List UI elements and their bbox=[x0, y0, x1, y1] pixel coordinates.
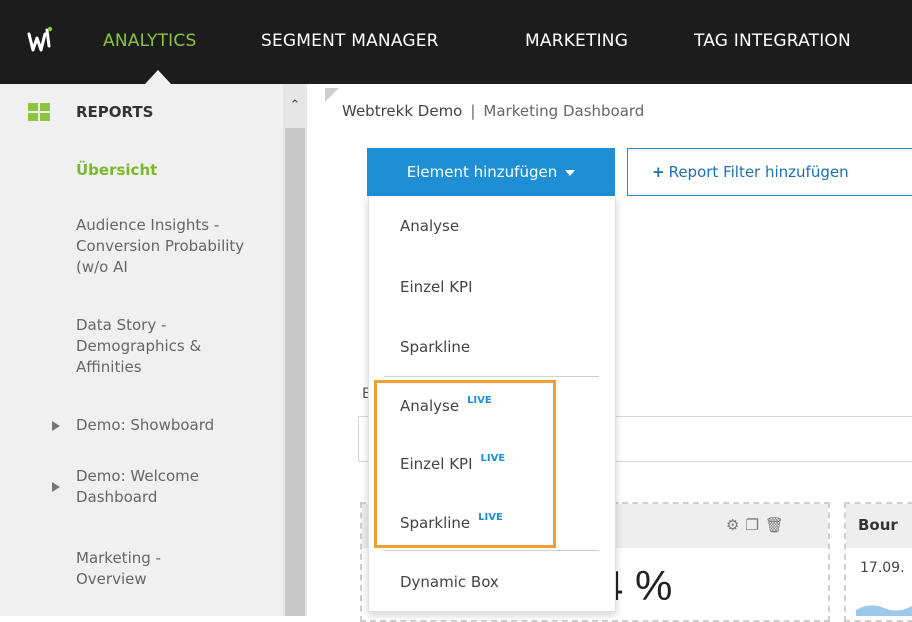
sparkline-chart bbox=[856, 605, 912, 616]
live-items-highlight-box bbox=[374, 380, 556, 548]
add-element-button[interactable]: Element hinzufügen bbox=[367, 148, 615, 196]
breadcrumb-item-dashboard: Marketing Dashboard bbox=[483, 102, 645, 120]
menu-divider bbox=[384, 376, 599, 377]
menu-item-analyse[interactable]: Analyse bbox=[400, 217, 459, 235]
expand-arrow-icon[interactable] bbox=[52, 421, 60, 431]
widget-actions: ⚙ ❐ 🗑 bbox=[726, 516, 790, 534]
copy-icon[interactable]: ❐ bbox=[745, 516, 758, 534]
add-report-filter-label: Report Filter hinzufügen bbox=[668, 163, 849, 181]
menu-item-dynamic-box[interactable]: Dynamic Box bbox=[400, 573, 499, 591]
sidebar-item-uebersicht[interactable]: Übersicht bbox=[76, 160, 266, 181]
scroll-up-icon[interactable]: ⌃ bbox=[287, 98, 303, 114]
expand-arrow-icon[interactable] bbox=[52, 482, 60, 492]
trash-icon[interactable]: 🗑 bbox=[765, 516, 784, 534]
sidebar-scrollbar-thumb[interactable] bbox=[285, 128, 305, 616]
add-report-filter-button[interactable]: + Report Filter hinzufügen bbox=[627, 148, 912, 196]
sidebar-item-demo-showboard[interactable]: Demo: Showboard bbox=[76, 415, 266, 436]
plus-icon: + bbox=[652, 163, 665, 181]
nav-tab-segment-manager[interactable]: SEGMENT MANAGER bbox=[261, 31, 439, 51]
active-tab-indicator bbox=[145, 70, 171, 84]
nav-tab-marketing[interactable]: MARKETING bbox=[525, 31, 628, 51]
widget-date: 17.09. bbox=[860, 560, 905, 576]
breadcrumb: Webtrekk Demo | Marketing Dashboard bbox=[342, 102, 644, 120]
sidebar-section-title: REPORTS bbox=[76, 103, 154, 121]
sidebar-item-marketing-overview[interactable]: Marketing - Overview bbox=[76, 548, 206, 590]
widget-title: Bour bbox=[858, 516, 898, 534]
nav-tab-tag-integration[interactable]: TAG INTEGRATION bbox=[694, 31, 851, 51]
add-element-label: Element hinzufügen bbox=[406, 163, 558, 181]
reports-grid-icon bbox=[28, 103, 50, 122]
menu-item-einzel-kpi[interactable]: Einzel KPI bbox=[400, 278, 473, 296]
panel-corner-decoration bbox=[325, 88, 339, 102]
webtrekk-logo-icon[interactable] bbox=[27, 26, 53, 54]
breadcrumb-item-project[interactable]: Webtrekk Demo bbox=[342, 102, 462, 120]
nav-tab-analytics[interactable]: ANALYTICS bbox=[103, 31, 196, 51]
sidebar-item-demo-welcome-dashboard[interactable]: Demo: Welcome Dashboard bbox=[76, 466, 236, 508]
caret-down-icon bbox=[565, 169, 576, 176]
sidebar-item-audience-insights[interactable]: Audience Insights - Conversion Probabili… bbox=[76, 215, 266, 278]
menu-divider bbox=[384, 550, 599, 551]
breadcrumb-separator: | bbox=[470, 102, 476, 120]
gear-icon[interactable]: ⚙ bbox=[726, 516, 739, 534]
menu-item-sparkline[interactable]: Sparkline bbox=[400, 338, 470, 356]
sidebar-item-data-story[interactable]: Data Story - Demographics & Affinities bbox=[76, 315, 266, 378]
